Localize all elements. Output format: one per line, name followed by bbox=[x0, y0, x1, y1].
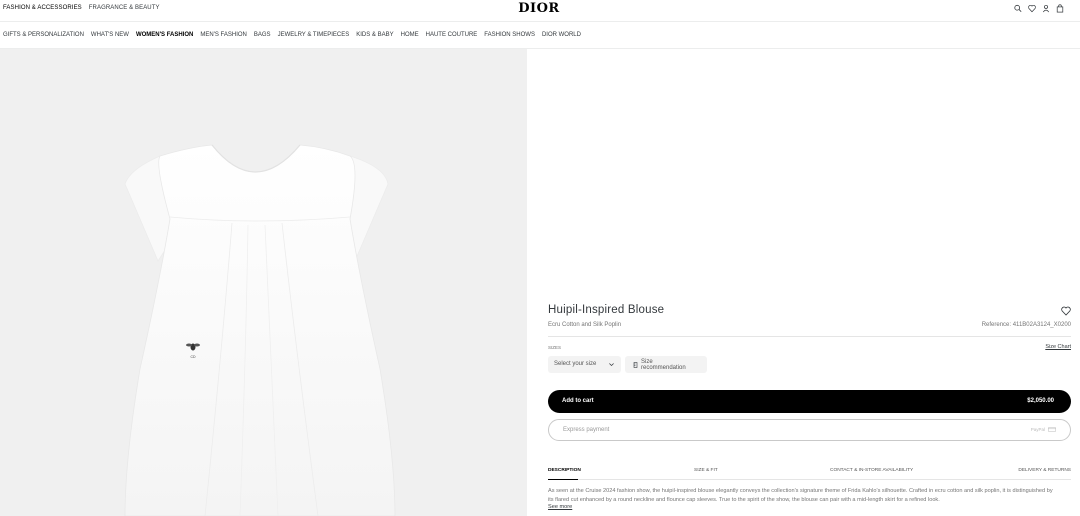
product-tabs: DESCRIPTION SIZE & FIT CONTACT & IN-STOR… bbox=[548, 467, 1071, 479]
size-chart-link[interactable]: Size Chart bbox=[1045, 344, 1071, 350]
ruler-icon bbox=[633, 361, 638, 368]
user-icon[interactable] bbox=[1042, 4, 1050, 13]
wishlist-heart-icon[interactable] bbox=[1061, 306, 1071, 316]
size-select-placeholder: Select your size bbox=[554, 361, 597, 367]
nav-item-mens-fashion[interactable]: MEN'S FASHION bbox=[200, 32, 247, 38]
card-icon bbox=[1048, 427, 1056, 432]
nav-item-home[interactable]: HOME bbox=[401, 32, 419, 38]
emblem-text: CD bbox=[190, 355, 196, 359]
nav-item-dior-world[interactable]: DIOR WORLD bbox=[542, 32, 581, 38]
tab-delivery-returns[interactable]: DELIVERY & RETURNS bbox=[1018, 468, 1071, 473]
blouse-illustration: CD bbox=[124, 144, 396, 516]
nav-item-gifts[interactable]: GIFTS & PERSONALIZATION bbox=[3, 32, 84, 38]
chevron-down-icon bbox=[608, 361, 615, 368]
top-link-fragrance-beauty[interactable]: FRAGRANCE & BEAUTY bbox=[89, 5, 160, 12]
product-title: Huipil-Inspired Blouse bbox=[548, 304, 665, 316]
nav-item-haute-couture[interactable]: HAUTE COUTURE bbox=[426, 32, 478, 38]
divider bbox=[548, 336, 1071, 337]
see-more-link[interactable]: See more bbox=[548, 504, 572, 510]
search-icon[interactable] bbox=[1014, 4, 1022, 13]
top-links: FASHION & ACCESSORIES FRAGRANCE & BEAUTY bbox=[3, 5, 160, 12]
tabs-divider bbox=[548, 479, 1071, 480]
nav-item-bags[interactable]: BAGS bbox=[254, 32, 271, 38]
nav-item-kids-baby[interactable]: KIDS & BABY bbox=[356, 32, 393, 38]
tab-size-fit[interactable]: SIZE & FIT bbox=[694, 468, 718, 473]
top-bar: FASHION & ACCESSORIES FRAGRANCE & BEAUTY… bbox=[0, 0, 1080, 22]
main-nav: GIFTS & PERSONALIZATION WHAT'S NEW WOMEN… bbox=[0, 22, 1080, 49]
heart-icon[interactable] bbox=[1028, 4, 1036, 13]
bag-icon[interactable] bbox=[1056, 4, 1064, 13]
payment-methods: PayPal bbox=[1031, 427, 1056, 432]
add-to-cart-label: Add to cart bbox=[562, 398, 594, 404]
product-description: As seen at the Cruise 2024 fashion show,… bbox=[548, 488, 1053, 503]
size-recommendation-label: Size recommendation bbox=[641, 358, 686, 371]
nav-item-womens-fashion[interactable]: WOMEN'S FASHION bbox=[136, 32, 193, 38]
paypal-label: PayPal bbox=[1030, 427, 1045, 432]
size-recommendation-button[interactable]: Size recommendation bbox=[625, 356, 707, 373]
size-select[interactable]: Select your size bbox=[548, 356, 621, 373]
product-details: Huipil-Inspired Blouse Ecru Cotton and S… bbox=[527, 49, 1080, 516]
nav-item-whats-new[interactable]: WHAT'S NEW bbox=[91, 32, 129, 38]
size-label: SIZES bbox=[548, 345, 562, 350]
active-tab-underline bbox=[548, 479, 578, 480]
nav-item-jewelry[interactable]: JEWELRY & TIMEPIECES bbox=[278, 32, 350, 38]
add-to-cart-button[interactable]: Add to cart $2,050.00 bbox=[548, 390, 1071, 413]
top-icons bbox=[1014, 4, 1064, 13]
express-payment-button[interactable]: Express payment PayPal bbox=[548, 419, 1071, 441]
tab-description[interactable]: DESCRIPTION bbox=[548, 468, 581, 473]
nav-item-fashion-shows[interactable]: FASHION SHOWS bbox=[484, 32, 535, 38]
product-subtitle: Ecru Cotton and Silk Poplin bbox=[548, 322, 622, 328]
product-image[interactable]: CD bbox=[0, 49, 527, 516]
product-price: $2,050.00 bbox=[1027, 398, 1054, 404]
product-reference: Reference: 411B02A3124_X0200 bbox=[981, 322, 1071, 328]
top-link-fashion-accessories[interactable]: FASHION & ACCESSORIES bbox=[3, 5, 82, 12]
tab-contact-availability[interactable]: CONTACT & IN-STORE AVAILABILITY bbox=[830, 468, 913, 473]
express-payment-label: Express payment bbox=[563, 427, 610, 433]
dior-logo[interactable]: DIOR bbox=[515, 0, 563, 17]
